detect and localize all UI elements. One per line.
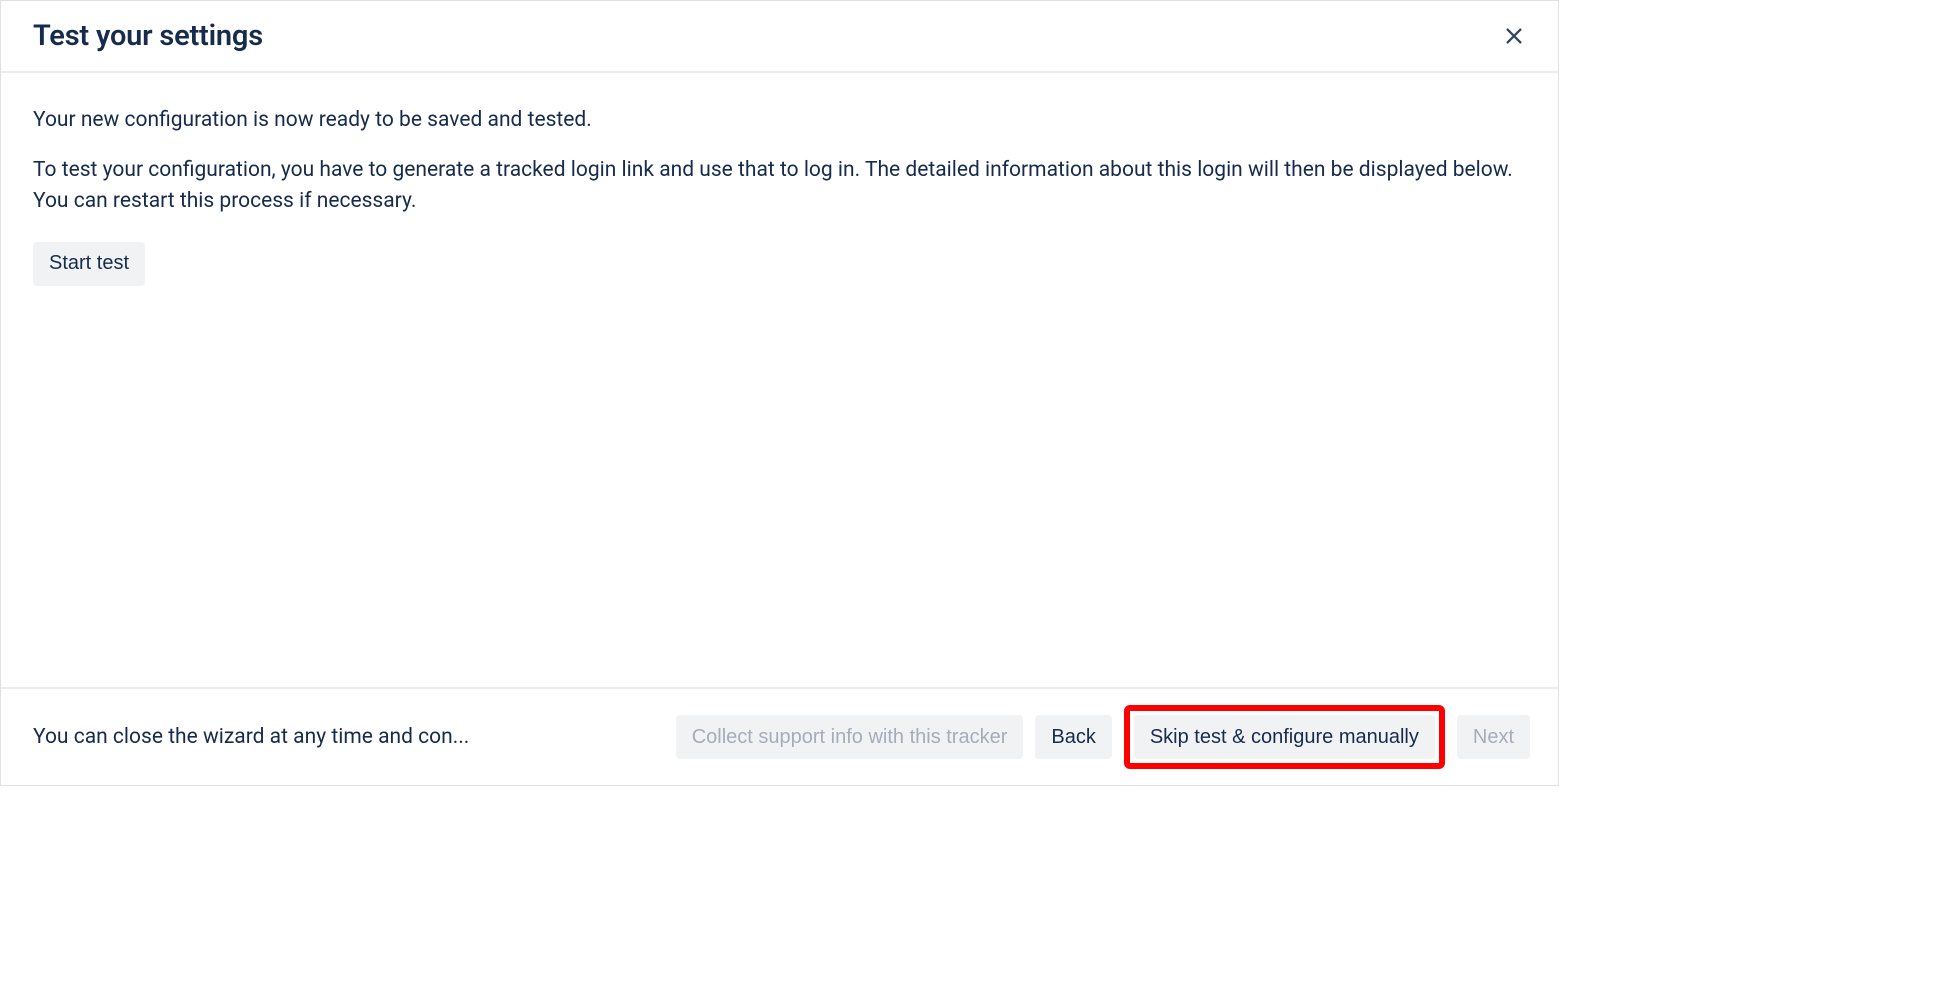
dialog-header: Test your settings (1, 1, 1558, 73)
dialog-footer: You can close the wizard at any time and… (1, 687, 1558, 785)
body-instruction-text: To test your configuration, you have to … (33, 155, 1526, 218)
skip-button-highlight: Skip test & configure manually (1124, 705, 1445, 769)
dialog-body: Your new configuration is now ready to b… (1, 73, 1558, 687)
footer-hint-text: You can close the wizard at any time and… (33, 725, 656, 749)
settings-test-dialog: Test your settings Your new configuratio… (0, 0, 1559, 786)
dialog-title: Test your settings (33, 19, 263, 53)
back-button[interactable]: Back (1035, 715, 1111, 759)
start-test-button[interactable]: Start test (33, 242, 145, 286)
close-button[interactable] (1498, 20, 1530, 52)
next-button[interactable]: Next (1457, 715, 1530, 759)
close-icon (1503, 25, 1525, 47)
skip-test-button[interactable]: Skip test & configure manually (1134, 715, 1435, 759)
body-intro-text: Your new configuration is now ready to b… (33, 105, 1526, 137)
collect-support-info-button[interactable]: Collect support info with this tracker (676, 715, 1024, 759)
